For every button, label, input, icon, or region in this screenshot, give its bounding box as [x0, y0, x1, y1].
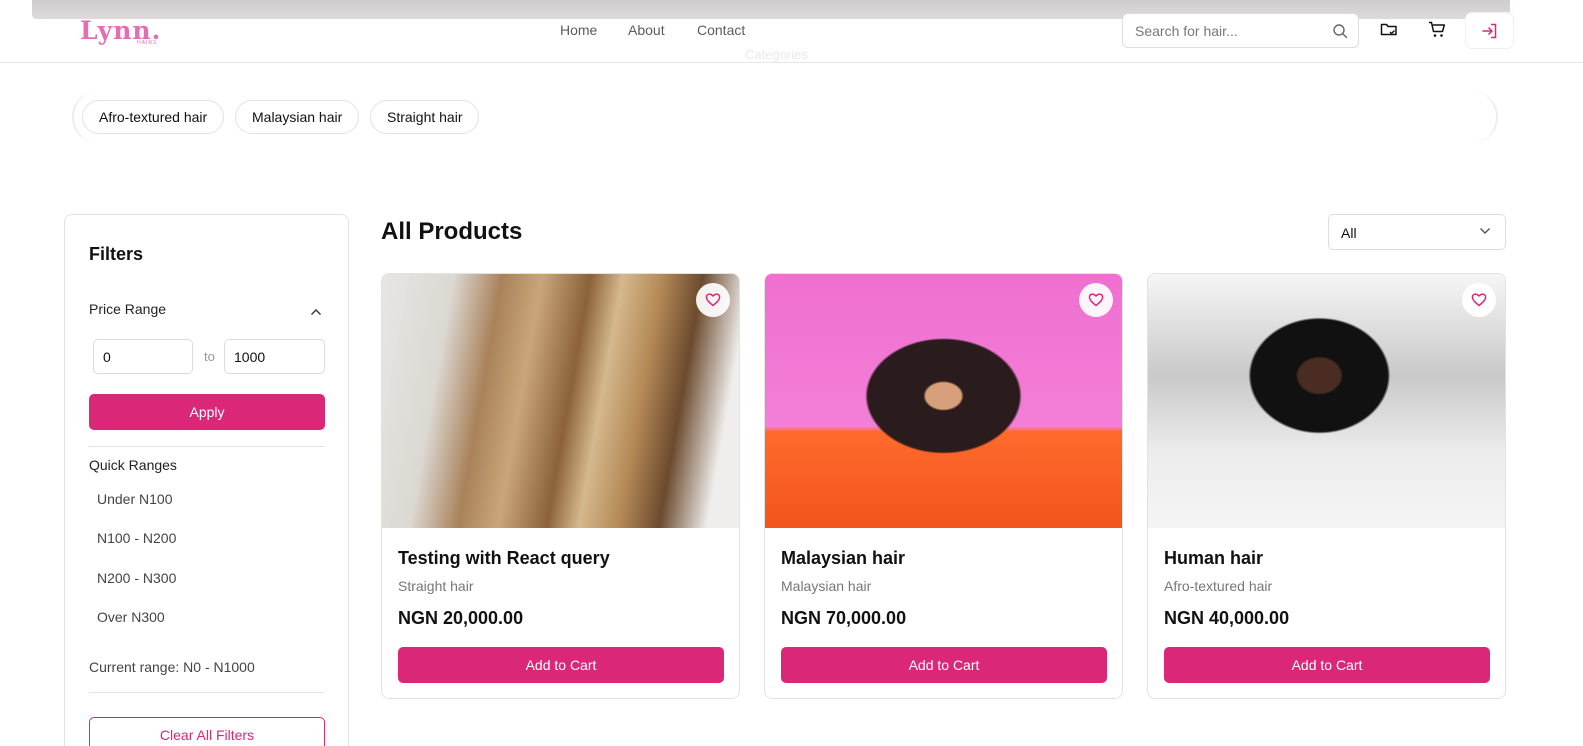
nav-contact-link[interactable]: Contact: [697, 22, 745, 38]
clear-filters-button[interactable]: Clear All Filters: [89, 717, 325, 746]
product-card[interactable]: Testing with React query Straight hair N…: [381, 273, 740, 699]
filters-panel: Filters Price Range to Apply Quick Range…: [64, 214, 349, 746]
search-input[interactable]: [1123, 14, 1313, 47]
faded-categories-heading: Categories: [745, 47, 808, 62]
product-name[interactable]: Testing with React query: [398, 548, 610, 569]
folder-icon[interactable]: [1380, 21, 1398, 42]
heart-icon: [705, 293, 721, 307]
login-icon: [1482, 23, 1497, 39]
price-range-label[interactable]: Price Range: [89, 301, 166, 317]
chevron-up-icon[interactable]: [310, 303, 322, 321]
quick-range-option[interactable]: Over N300: [97, 609, 165, 625]
min-price-input[interactable]: [93, 339, 193, 374]
product-image[interactable]: [1148, 274, 1505, 528]
chevron-down-icon: [1480, 228, 1490, 234]
quick-range-option[interactable]: Under N100: [97, 491, 173, 507]
product-image[interactable]: [382, 274, 739, 528]
product-category: Malaysian hair: [781, 578, 872, 594]
current-range-text: Current range: N0 - N1000: [89, 659, 255, 675]
quick-range-option[interactable]: N200 - N300: [97, 570, 176, 586]
add-to-cart-button[interactable]: Add to Cart: [398, 647, 724, 683]
product-price: NGN 40,000.00: [1164, 608, 1290, 628]
add-to-cart-button[interactable]: Add to Cart: [781, 647, 1107, 683]
heart-icon: [1088, 293, 1104, 307]
search-icon[interactable]: [1332, 23, 1348, 44]
category-chip[interactable]: Malaysian hair: [235, 100, 360, 134]
login-button[interactable]: [1466, 13, 1513, 48]
product-category: Afro-textured hair: [1164, 578, 1273, 594]
product-price: NGN 70,000.00: [781, 608, 907, 628]
search-box: [1122, 13, 1359, 48]
divider: [89, 446, 325, 447]
product-card[interactable]: Human hair Afro-textured hair NGN 40,000…: [1147, 273, 1506, 699]
category-chip[interactable]: Afro-textured hair: [82, 100, 225, 134]
max-price-input[interactable]: [224, 339, 325, 374]
wishlist-button[interactable]: [1079, 283, 1113, 317]
heart-icon: [1471, 293, 1487, 307]
range-separator: to: [204, 349, 215, 364]
apply-button[interactable]: Apply: [89, 394, 325, 430]
nav-about-link[interactable]: About: [628, 22, 665, 38]
sort-select[interactable]: All: [1328, 214, 1506, 250]
site-header: Lynn. HAIRS Home About Contact Categorie…: [0, 0, 1583, 63]
filters-title: Filters: [89, 244, 144, 264]
quick-ranges-label: Quick Ranges: [89, 457, 177, 473]
divider: [89, 692, 325, 693]
wishlist-button[interactable]: [696, 283, 730, 317]
nav-home-link[interactable]: Home: [560, 22, 597, 38]
category-chip[interactable]: Straight hair: [370, 100, 480, 134]
product-image[interactable]: [765, 274, 1122, 528]
cart-icon[interactable]: [1428, 21, 1446, 43]
products-heading: All Products: [381, 218, 523, 245]
product-name[interactable]: Human hair: [1164, 548, 1263, 569]
add-to-cart-button[interactable]: Add to Cart: [1164, 647, 1490, 683]
product-category: Straight hair: [398, 578, 474, 594]
sort-select-value: All: [1341, 225, 1357, 241]
product-card[interactable]: Malaysian hair Malaysian hair NGN 70,000…: [764, 273, 1123, 699]
quick-range-option[interactable]: N100 - N200: [97, 530, 176, 546]
product-name[interactable]: Malaysian hair: [781, 548, 905, 569]
brand-logo-sub: HAIRS: [137, 40, 158, 46]
wishlist-button[interactable]: [1462, 283, 1496, 317]
product-price: NGN 20,000.00: [398, 608, 524, 628]
